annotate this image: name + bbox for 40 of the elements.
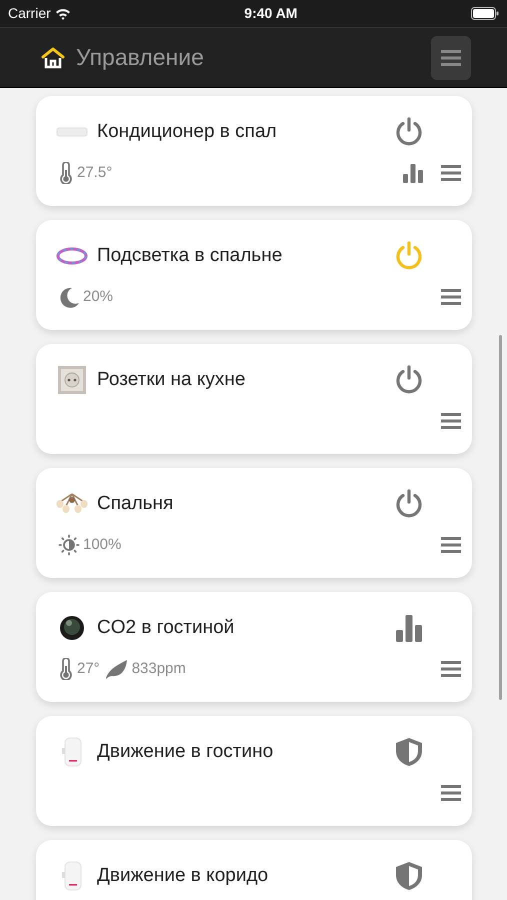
air-conditioner-icon	[56, 127, 88, 137]
reading-value: 100%	[83, 534, 122, 555]
menu-button[interactable]	[441, 164, 461, 182]
device-card[interactable]: Движение в гостино	[36, 716, 472, 826]
thermometer-icon	[58, 658, 74, 680]
device-card[interactable]: Кондиционер в спал 27.5°	[36, 96, 472, 206]
device-card[interactable]: CO2 в гостиной 27° 833ppm	[36, 592, 472, 702]
wifi-icon	[54, 8, 71, 20]
chart-button[interactable]	[402, 162, 424, 184]
moon-icon	[58, 286, 80, 308]
reading-value: 20%	[83, 286, 114, 307]
device-card[interactable]: Подсветка в спальне 20%	[36, 220, 472, 330]
device-name: Движение в коридо	[97, 864, 268, 888]
socket-icon	[56, 364, 88, 396]
menu-button[interactable]	[431, 36, 471, 80]
device-name: Подсветка в спальне	[97, 244, 282, 268]
menu-button[interactable]	[441, 536, 461, 554]
screen-title: Управление	[76, 43, 205, 72]
menu-button[interactable]	[441, 288, 461, 306]
menu-button[interactable]	[441, 660, 461, 678]
device-name: CO2 в гостиной	[97, 616, 234, 640]
device-card[interactable]: Розетки на кухне	[36, 344, 472, 454]
house-icon	[40, 46, 66, 70]
device-card[interactable]: Спальня 100%	[36, 468, 472, 578]
battery-icon	[471, 7, 499, 20]
clock: 9:40 AM	[244, 4, 298, 23]
device-name: Розетки на кухне	[97, 368, 246, 392]
device-name: Кондиционер в спал	[97, 120, 277, 144]
brightness-icon	[58, 534, 80, 556]
device-name: Спальня	[97, 492, 174, 516]
thermometer-icon	[58, 162, 74, 184]
menu-button[interactable]	[441, 412, 461, 430]
menu-icon	[441, 48, 461, 66]
carrier-label: Carrier	[8, 4, 51, 23]
reading-value: 27°	[77, 658, 100, 679]
menu-button[interactable]	[441, 784, 461, 802]
device-card[interactable]: Движение в коридо	[36, 840, 472, 900]
reading-value: 27.5°	[77, 162, 112, 183]
reading-value: 833ppm	[132, 658, 186, 679]
device-name: Движение в гостино	[97, 740, 274, 764]
